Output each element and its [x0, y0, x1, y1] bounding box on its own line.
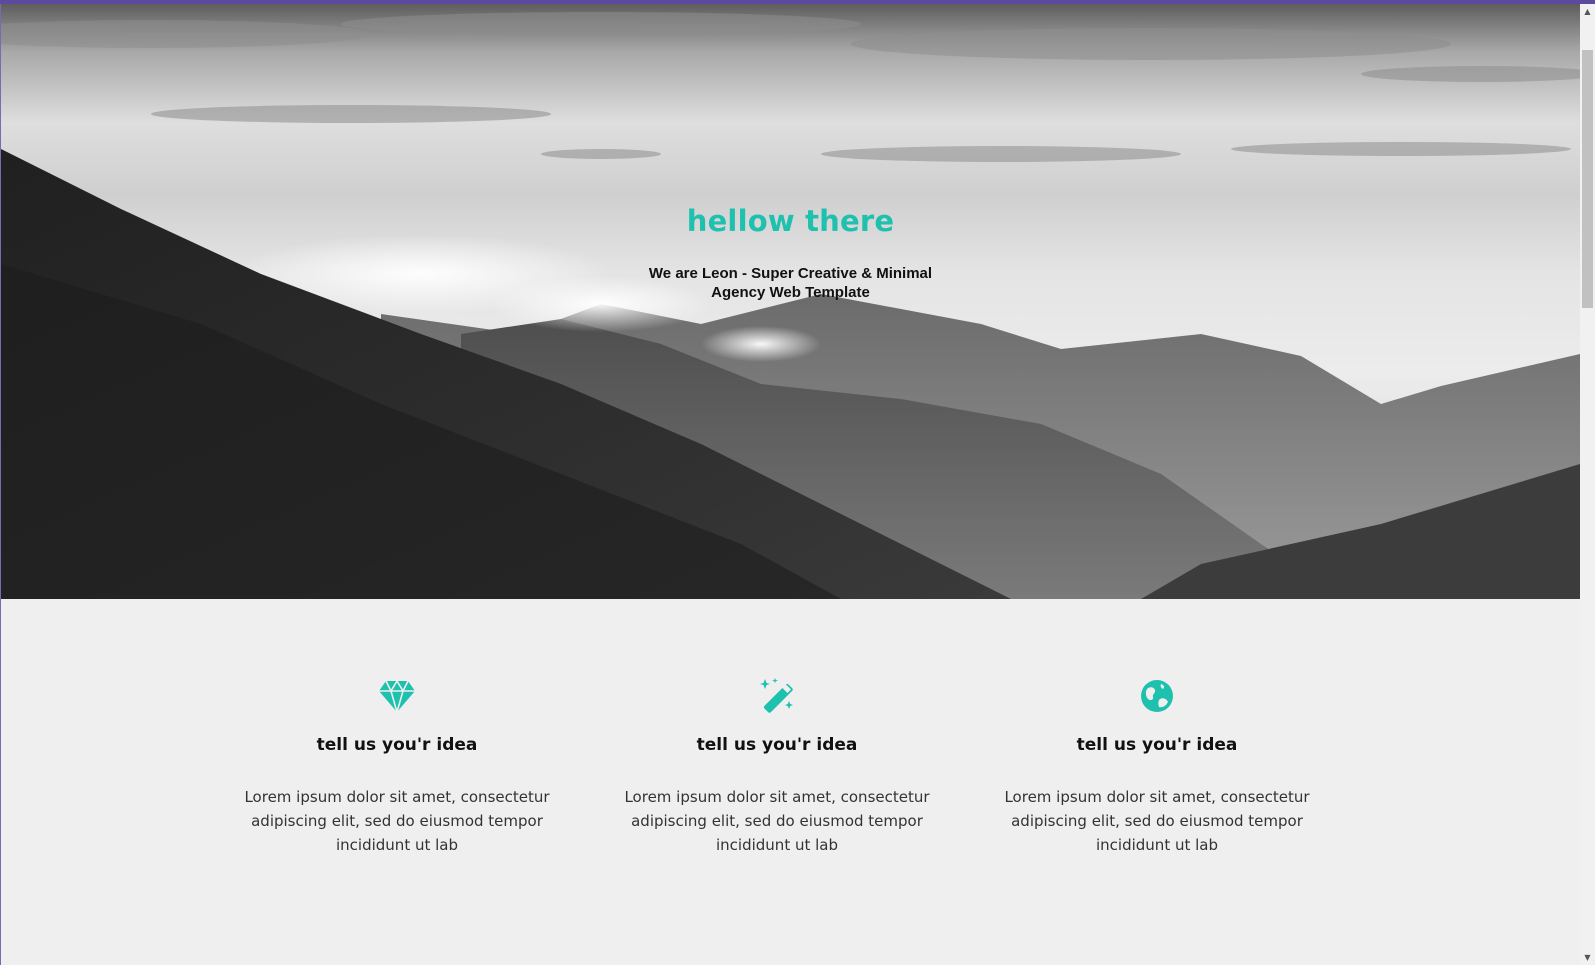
features-section: tell us you'r idea Lorem ipsum dolor sit… [1, 599, 1580, 965]
globe-icon [1138, 677, 1176, 715]
diamond-icon [378, 677, 416, 715]
feature-card: tell us you'r idea Lorem ipsum dolor sit… [227, 677, 567, 857]
hero-content: hellow there We are Leon - Super Creativ… [1, 204, 1580, 302]
feature-description: Lorem ipsum dolor sit amet, consectetur … [244, 788, 550, 854]
vertical-scrollbar[interactable]: ▲ ▼ [1580, 4, 1595, 965]
feature-card: tell us you'r idea Lorem ipsum dolor sit… [607, 677, 947, 857]
feature-title: tell us you'r idea [316, 735, 478, 755]
feature-card: tell us you'r idea Lorem ipsum dolor sit… [987, 677, 1327, 857]
magic-wand-icon [758, 677, 796, 715]
scroll-down-arrow-icon[interactable]: ▼ [1580, 950, 1595, 965]
feature-title: tell us you'r idea [1076, 735, 1238, 755]
feature-title: tell us you'r idea [696, 735, 858, 755]
feature-description: Lorem ipsum dolor sit amet, consectetur … [1004, 788, 1310, 854]
hero-title: hellow there [686, 204, 895, 238]
feature-description: Lorem ipsum dolor sit amet, consectetur … [624, 788, 930, 854]
hero-section: hellow there We are Leon - Super Creativ… [1, 4, 1580, 599]
hero-subtitle: We are Leon - Super Creative & Minimal A… [648, 265, 933, 301]
scrollbar-thumb[interactable] [1582, 50, 1593, 308]
scroll-up-arrow-icon[interactable]: ▲ [1580, 4, 1595, 19]
